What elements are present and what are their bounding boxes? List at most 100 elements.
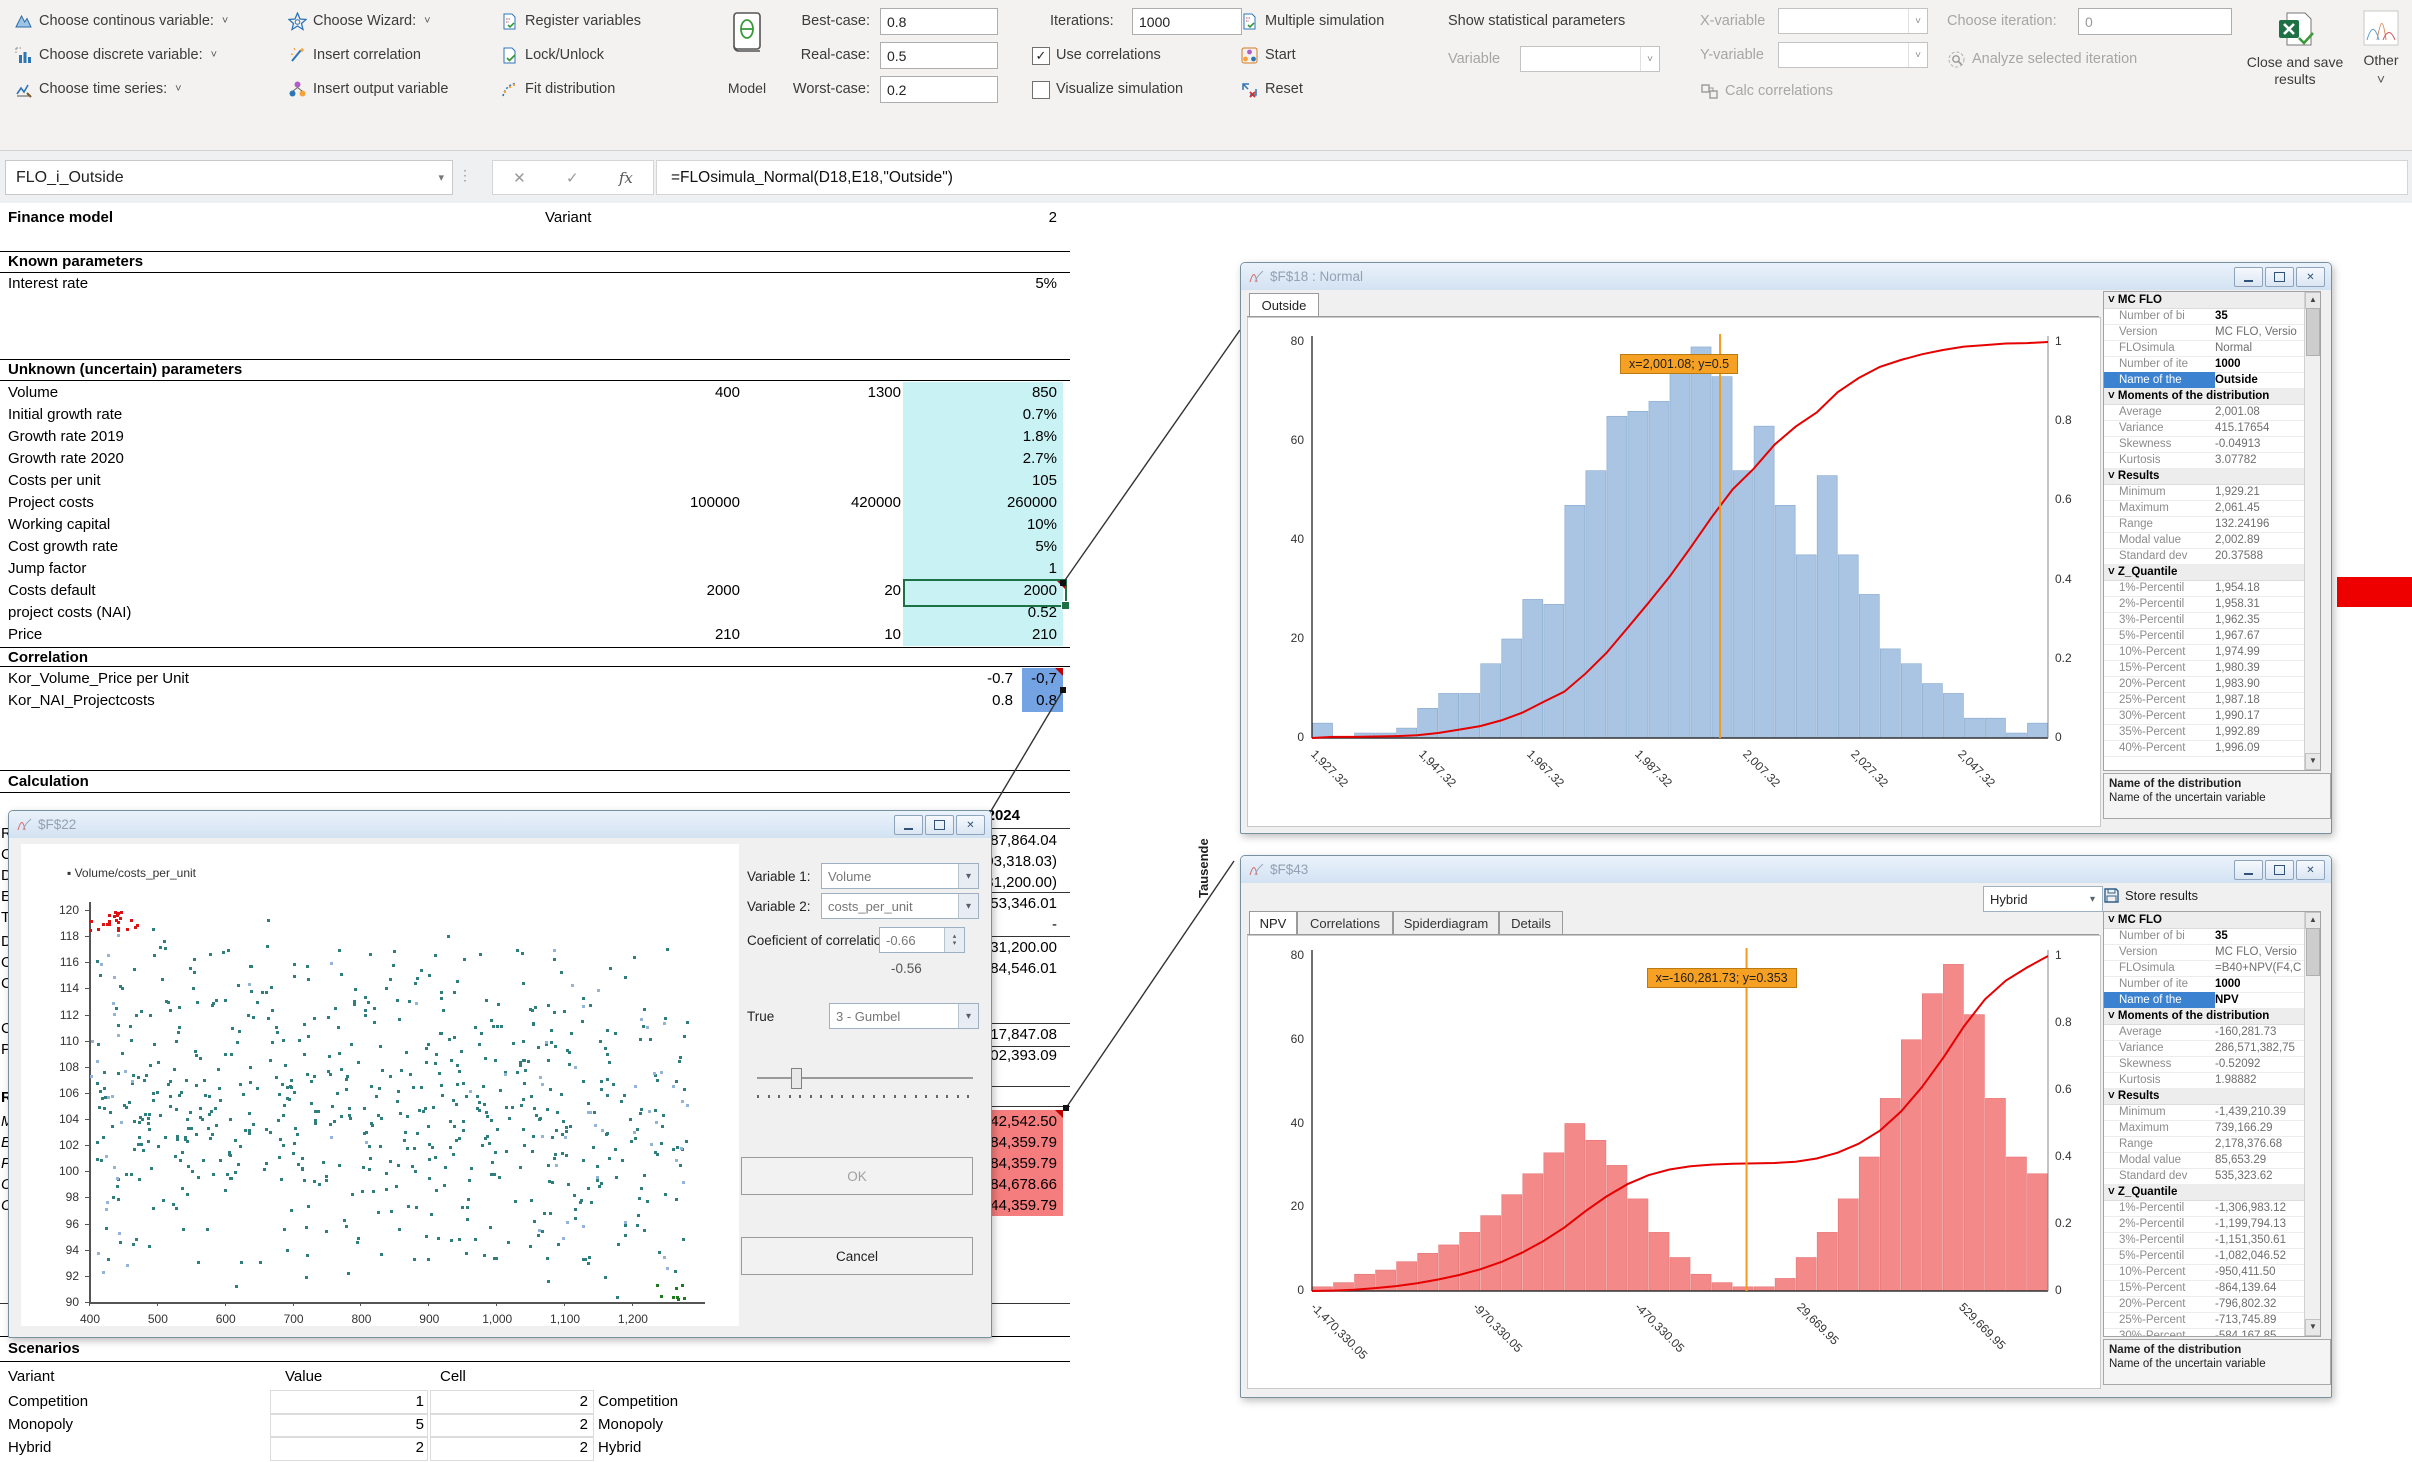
formula-input[interactable]: =FLOsimula_Normal(D18,E18,"Outside") <box>656 160 2408 195</box>
scatter-point <box>512 1042 515 1045</box>
close-icon[interactable]: ✕ <box>956 815 985 835</box>
scroll-up-icon[interactable]: ▲ <box>2305 912 2321 929</box>
scatter-point <box>303 1023 306 1026</box>
param-value-e: 2.7% <box>937 450 1057 467</box>
scroll-down-icon[interactable]: ▼ <box>2305 753 2321 770</box>
spinner-arrows-icon[interactable]: ▴▾ <box>944 928 964 952</box>
cancel-entry-icon[interactable]: ✕ <box>513 169 526 187</box>
scatter-point <box>152 1099 155 1102</box>
close-and-save-results-button[interactable]: Close and save results <box>2246 4 2344 122</box>
cancel-button[interactable]: Cancel <box>741 1237 973 1275</box>
lock-unlock-button[interactable]: Lock/Unlock <box>500 40 604 70</box>
scatter-point <box>282 1144 285 1147</box>
x-variable-combo[interactable]: ˅ <box>1778 8 1928 34</box>
close-icon[interactable]: ✕ <box>2296 860 2325 880</box>
y-tick-right: 0.4 <box>2055 572 2072 586</box>
variable-combo[interactable]: ˅ <box>1520 46 1660 72</box>
fill-handle[interactable] <box>1061 601 1070 610</box>
iterations-input[interactable] <box>1132 8 1242 35</box>
other-button[interactable]: Other ˅ <box>2352 4 2410 122</box>
insert-output-variable-button[interactable]: Insert output variable <box>288 74 448 104</box>
window-f18-titlebar[interactable]: $F$18 : Normal <box>1241 263 2331 290</box>
scatter-point <box>169 1009 172 1012</box>
tab-spiderdiagram[interactable]: Spiderdiagram <box>1393 911 1499 935</box>
insert-function-icon[interactable]: fx <box>619 169 633 187</box>
scatter-point <box>660 1142 663 1145</box>
fit-distribution-button[interactable]: Fit distribution <box>500 74 615 104</box>
choose-continuous-variable-button[interactable]: Choose continous variable:˅ <box>14 6 228 36</box>
stats-scrollbar[interactable]: ▲▼ <box>2304 912 2320 1336</box>
worst-case-input[interactable] <box>880 76 998 103</box>
hist-bar <box>1502 1195 1522 1291</box>
correlation-label: Kor_Volume_Price per Unit <box>8 670 189 687</box>
scatter-point <box>186 1193 189 1196</box>
scroll-thumb[interactable] <box>2306 928 2320 976</box>
choose-discrete-variable-button[interactable]: Choose discrete variable:˅ <box>14 40 217 70</box>
model-button[interactable]: Model <box>712 4 782 122</box>
scroll-up-icon[interactable]: ▲ <box>2305 292 2321 309</box>
use-correlations-checkbox[interactable]: ✓ <box>1032 47 1050 65</box>
slider-track[interactable] <box>757 1077 973 1079</box>
slider-tick <box>925 1095 927 1098</box>
maximize-icon[interactable] <box>2265 267 2294 287</box>
y-variable-combo[interactable]: ˅ <box>1778 42 1928 68</box>
analyze-selected-iteration-button[interactable]: Analyze selected iteration <box>1947 44 2137 74</box>
variable2-combo[interactable]: costs_per_unit▾ <box>821 893 979 919</box>
scatter-point <box>550 1029 553 1032</box>
slider-tick <box>904 1095 906 1098</box>
minimize-icon[interactable] <box>2234 860 2263 880</box>
tab-details[interactable]: Details <box>1499 911 1563 935</box>
ok-button[interactable]: OK <box>741 1157 973 1195</box>
visualize-simulation-checkbox[interactable] <box>1032 81 1050 99</box>
x-tickmark <box>428 1302 429 1306</box>
scenarios-col-cell: Cell <box>440 1368 466 1385</box>
maximize-icon[interactable] <box>2265 860 2294 880</box>
choose-iteration-input[interactable] <box>2078 8 2232 35</box>
best-case-input[interactable] <box>880 8 998 35</box>
tab-outside[interactable]: Outside <box>1249 293 1319 317</box>
minimize-icon[interactable] <box>2234 267 2263 287</box>
scatter-point <box>131 1080 134 1083</box>
store-results-button[interactable]: Store results <box>2103 887 2198 904</box>
variable1-combo[interactable]: Volume▾ <box>821 863 979 889</box>
choose-time-series-button[interactable]: Choose time series:˅ <box>14 74 182 104</box>
window-f43-titlebar[interactable]: $F$43 <box>1241 856 2331 883</box>
confirm-entry-icon[interactable]: ✓ <box>566 169 579 187</box>
minimize-icon[interactable] <box>894 815 923 835</box>
scatter-point <box>209 1137 212 1140</box>
hist-bar <box>1439 1245 1459 1291</box>
scatter-point <box>653 1072 656 1075</box>
slider-handle[interactable] <box>791 1068 802 1089</box>
real-case-input[interactable] <box>880 42 998 69</box>
dialog-f22-titlebar[interactable]: $F$22 <box>9 811 991 838</box>
stats-scrollbar[interactable]: ▲▼ <box>2304 292 2320 770</box>
y-tick-left: 20 <box>1291 631 1304 645</box>
maximize-icon[interactable] <box>925 815 954 835</box>
reset-button[interactable]: Reset <box>1240 74 1303 104</box>
selected-cell[interactable] <box>903 579 1067 607</box>
coefficient-spinner[interactable]: -0.66▴▾ <box>879 927 965 953</box>
scenario-combo[interactable]: Hybrid▾ <box>1983 886 2103 912</box>
param-value-e: 1.8% <box>937 428 1057 445</box>
tab-correlations[interactable]: Correlations <box>1297 911 1393 935</box>
tab-npv[interactable]: NPV <box>1249 911 1297 935</box>
scatter-point <box>248 1132 251 1135</box>
scatter-point <box>545 1041 548 1044</box>
start-button[interactable]: Start <box>1240 40 1296 70</box>
scenario-cellnum: 2 <box>470 1439 588 1456</box>
scatter-point <box>547 1004 550 1007</box>
copula-combo[interactable]: 3 - Gumbel▾ <box>829 1003 979 1029</box>
scatter-point <box>406 1147 409 1150</box>
multiple-simulation-button[interactable]: Multiple simulation <box>1240 6 1384 36</box>
x-tick: 400 <box>75 1312 105 1326</box>
choose-wizard-button[interactable]: Choose Wizard:˅ <box>288 6 431 36</box>
close-icon[interactable]: ✕ <box>2296 267 2325 287</box>
insert-correlation-button[interactable]: Insert correlation <box>288 40 421 70</box>
worst-case-label: Worst-case: <box>786 81 870 97</box>
scroll-down-icon[interactable]: ▼ <box>2305 1319 2321 1336</box>
name-box[interactable]: FLO_i_Outside ▾ <box>5 160 453 195</box>
register-variables-button[interactable]: Register variables <box>500 6 641 36</box>
scatter-point <box>460 1050 463 1053</box>
scroll-thumb[interactable] <box>2306 308 2320 356</box>
calc-correlations-button[interactable]: Calc correlations <box>1700 76 1833 106</box>
